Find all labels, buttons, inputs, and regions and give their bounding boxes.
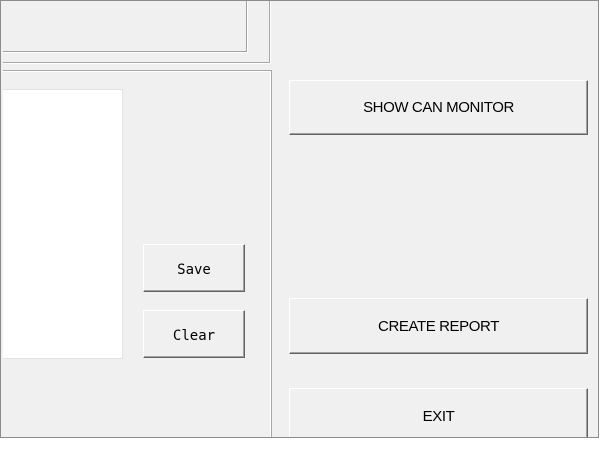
show-can-monitor-button[interactable]: SHOW CAN MONITOR <box>289 80 588 135</box>
log-group-box: Save Clear <box>3 70 272 437</box>
clear-button[interactable]: Clear <box>143 310 245 358</box>
app-window: Save Clear SHOW CAN MONITOR CREATE REPOR… <box>0 0 599 438</box>
log-list[interactable] <box>3 89 123 359</box>
exit-button[interactable]: EXIT <box>289 388 588 437</box>
save-button[interactable]: Save <box>143 244 245 292</box>
top-input-frame <box>3 1 247 52</box>
create-report-button[interactable]: CREATE REPORT <box>289 298 588 354</box>
top-group-box <box>3 1 270 63</box>
